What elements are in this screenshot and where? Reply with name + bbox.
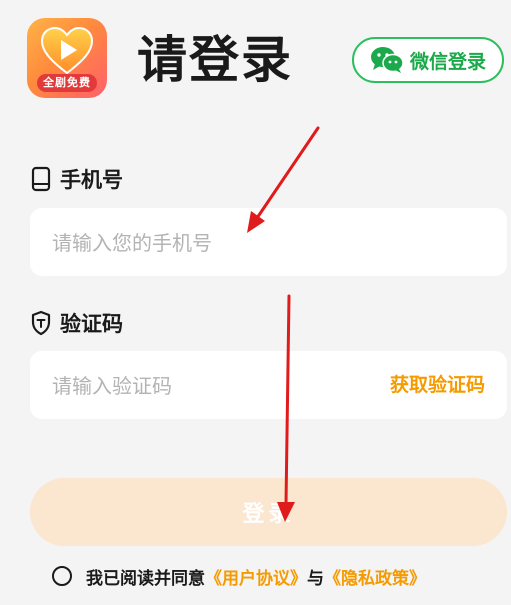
wechat-login-label: 微信登录 — [409, 50, 486, 73]
phone-icon — [31, 166, 51, 192]
play-heart-icon — [40, 26, 94, 75]
page-title: 请登录 — [137, 31, 293, 89]
logo-caption: 全剧免费 — [37, 74, 97, 92]
phone-field-box — [30, 208, 507, 278]
phone-label-row: 手机号 — [30, 164, 123, 194]
agree-radio[interactable] — [52, 566, 72, 586]
privacy-policy-link[interactable]: 《隐私政策》 — [324, 564, 426, 589]
login-button[interactable]: 登录 — [30, 478, 507, 546]
shield-icon — [31, 310, 51, 336]
header: 全剧免费 请登录 微信登录 — [0, 0, 511, 110]
agreement-joiner: 与 — [307, 568, 324, 589]
wechat-icon — [370, 47, 404, 73]
code-input[interactable] — [50, 351, 354, 421]
app-logo: 全剧免费 — [27, 18, 107, 98]
code-label-row: 验证码 — [30, 308, 123, 338]
agreement-row: 我已阅读并同意 《用户协议》 与 《隐私政策》 — [52, 562, 426, 590]
user-agreement-link[interactable]: 《用户协议》 — [205, 564, 307, 589]
get-code-button[interactable]: 获取验证码 — [390, 351, 485, 419]
agreement-prefix: 我已阅读并同意 — [86, 568, 205, 589]
wechat-login-button[interactable]: 微信登录 — [352, 37, 504, 83]
phone-label: 手机号 — [60, 168, 123, 192]
code-field-box: 获取验证码 — [30, 351, 507, 421]
phone-input[interactable] — [50, 208, 484, 278]
code-label: 验证码 — [60, 312, 123, 336]
